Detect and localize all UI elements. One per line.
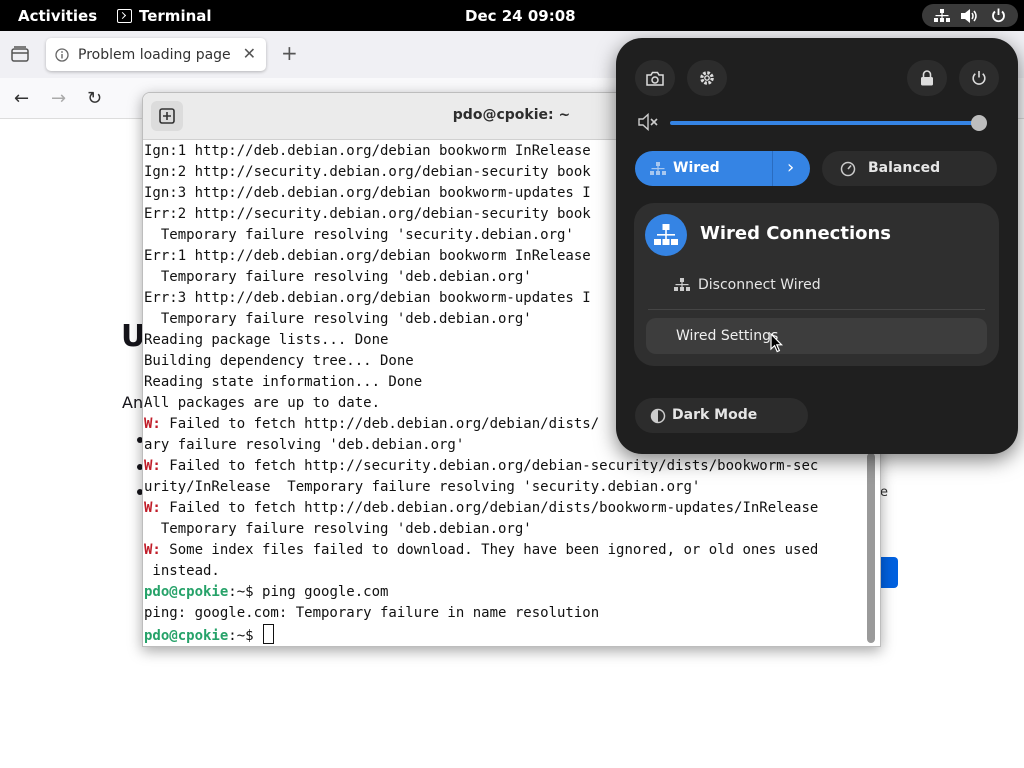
- power-icon: [992, 8, 1005, 23]
- terminal-line-text: Building dependency tree... Done: [144, 353, 414, 369]
- terminal-line: Temporary failure resolving 'deb.debian.…: [144, 519, 866, 540]
- terminal-line-text: Err:2 http://security.debian.org/debian-…: [144, 206, 591, 222]
- lock-icon: [921, 70, 933, 86]
- chevron-right-icon[interactable]: ›: [787, 157, 794, 178]
- terminal-line-text: Temporary failure resolving 'deb.debian.…: [144, 521, 532, 537]
- page-paragraph: An: [122, 393, 144, 412]
- wired-settings-label: Wired Settings: [676, 328, 779, 344]
- power-off-button[interactable]: [959, 60, 999, 96]
- tab-title: Problem loading page: [78, 46, 231, 63]
- terminal-line: urity/InRelease Temporary failure resolv…: [144, 477, 866, 498]
- wired-toggle[interactable]: Wired ›: [635, 151, 810, 186]
- terminal-line-text: ping: google.com: Temporary failure in n…: [144, 605, 600, 621]
- terminal-line-text: Some index files failed to download. The…: [160, 542, 819, 558]
- system-status-menu[interactable]: [922, 4, 1018, 27]
- divider: [648, 309, 985, 310]
- terminal-line-text: Ign:1 http://deb.debian.org/debian bookw…: [144, 143, 591, 159]
- app-name: Terminal: [139, 7, 212, 25]
- top-bar: Activities Terminal Dec 24 09:08: [0, 0, 1024, 31]
- lock-button[interactable]: [907, 60, 947, 96]
- activities-button[interactable]: Activities: [18, 7, 97, 25]
- info-icon: [55, 47, 69, 62]
- terminal-line-text: Err:1 http://deb.debian.org/debian bookw…: [144, 248, 591, 264]
- terminal-line: pdo@cpokie:~$ ping google.com: [144, 582, 866, 603]
- terminal-line-text: Temporary failure resolving 'security.de…: [144, 227, 574, 243]
- prompt-user: pdo@cpokie: [144, 628, 229, 644]
- page-text-fragment: e: [880, 485, 888, 500]
- close-tab-icon[interactable]: ✕: [243, 44, 256, 63]
- terminal-line-text: Failed to fetch http://security.debian.o…: [160, 458, 819, 474]
- mouse-pointer-icon: [770, 333, 783, 353]
- terminal-line: W: Failed to fetch http://security.debia…: [144, 456, 866, 477]
- terminal-line-text: Temporary failure resolving 'deb.debian.…: [144, 269, 532, 285]
- terminal-line-text: Ign:3 http://deb.debian.org/debian bookw…: [144, 185, 591, 201]
- terminal-line-text: Err:3 http://deb.debian.org/debian bookw…: [144, 290, 591, 306]
- terminal-line-text: Temporary failure resolving 'deb.debian.…: [144, 311, 532, 327]
- volume-icon: [961, 8, 978, 23]
- dark-mode-toggle[interactable]: Dark Mode: [635, 398, 808, 433]
- volume-slider-track[interactable]: [670, 121, 985, 125]
- power-icon: [972, 71, 986, 85]
- submenu-title: Wired Connections: [700, 223, 892, 244]
- clock[interactable]: Dec 24 09:08: [465, 7, 576, 25]
- terminal-line: ping: google.com: Temporary failure in n…: [144, 603, 866, 624]
- dark-mode-icon: [650, 408, 666, 424]
- terminal-line-text: Failed to fetch http://deb.debian.org/de…: [160, 500, 819, 516]
- disconnect-wired-label: Disconnect Wired: [698, 277, 821, 293]
- terminal-line-text: :~$: [228, 628, 263, 644]
- wired-label: Wired: [673, 160, 720, 176]
- new-tab-button[interactable]: +: [281, 41, 298, 65]
- volume-muted-icon[interactable]: [638, 113, 658, 131]
- power-mode-label: Balanced: [868, 160, 941, 176]
- warning-prefix: W:: [144, 542, 161, 558]
- warning-prefix: W:: [144, 416, 161, 432]
- power-profile-icon: [840, 161, 856, 177]
- terminal-scrollbar[interactable]: [867, 453, 875, 643]
- terminal-line: instead.: [144, 561, 866, 582]
- terminal-line-text: Ign:2 http://security.debian.org/debian-…: [144, 164, 591, 180]
- terminal-line-text: Failed to fetch http://deb.debian.org/de…: [160, 416, 600, 432]
- terminal-line-text: urity/InRelease Temporary failure resolv…: [144, 479, 701, 495]
- forward-button[interactable]: →: [51, 88, 66, 109]
- terminal-icon: [117, 9, 132, 23]
- back-button[interactable]: ←: [14, 88, 29, 109]
- network-wired-icon: [933, 8, 950, 22]
- settings-button[interactable]: [687, 60, 727, 96]
- warning-prefix: W:: [144, 458, 161, 474]
- disconnect-wired-item[interactable]: Disconnect Wired: [674, 277, 821, 293]
- network-wired-icon: [674, 278, 690, 291]
- quick-settings-panel: Wired › Balanced Wired Connections Disco…: [616, 38, 1018, 454]
- power-mode-toggle[interactable]: Balanced: [822, 151, 997, 186]
- camera-icon: [646, 71, 664, 86]
- terminal-line-text: Reading package lists... Done: [144, 332, 389, 348]
- gear-icon: [700, 71, 714, 85]
- divider: [772, 151, 773, 186]
- screenshot-button[interactable]: [635, 60, 675, 96]
- tab-list-icon[interactable]: [11, 46, 29, 62]
- terminal-line: pdo@cpokie:~$: [144, 624, 866, 645]
- wired-connections-submenu: Wired Connections Disconnect Wired Wired…: [634, 203, 999, 366]
- terminal-line: W: Some index files failed to download. …: [144, 540, 866, 561]
- terminal-line-text: instead.: [144, 563, 220, 579]
- terminal-line-text: ary failure resolving 'deb.debian.org': [144, 437, 465, 453]
- network-wired-icon: [650, 162, 666, 175]
- prompt-user: pdo@cpokie: [144, 584, 229, 600]
- terminal-cursor: [263, 624, 275, 644]
- try-again-button[interactable]: [878, 557, 898, 588]
- reload-button[interactable]: ↻: [87, 88, 102, 109]
- warning-prefix: W:: [144, 500, 161, 516]
- terminal-line-text: :~$ ping google.com: [228, 584, 389, 600]
- dark-mode-label: Dark Mode: [672, 407, 758, 423]
- terminal-line: W: Failed to fetch http://deb.debian.org…: [144, 498, 866, 519]
- browser-tab[interactable]: Problem loading page ✕: [46, 38, 266, 71]
- volume-slider-handle[interactable]: [970, 115, 987, 131]
- terminal-line-text: All packages are up to date.: [144, 395, 381, 411]
- network-wired-icon: [645, 214, 687, 256]
- terminal-line-text: Reading state information... Done: [144, 374, 423, 390]
- wired-settings-item[interactable]: Wired Settings: [646, 318, 987, 354]
- app-menu[interactable]: Terminal: [117, 7, 212, 25]
